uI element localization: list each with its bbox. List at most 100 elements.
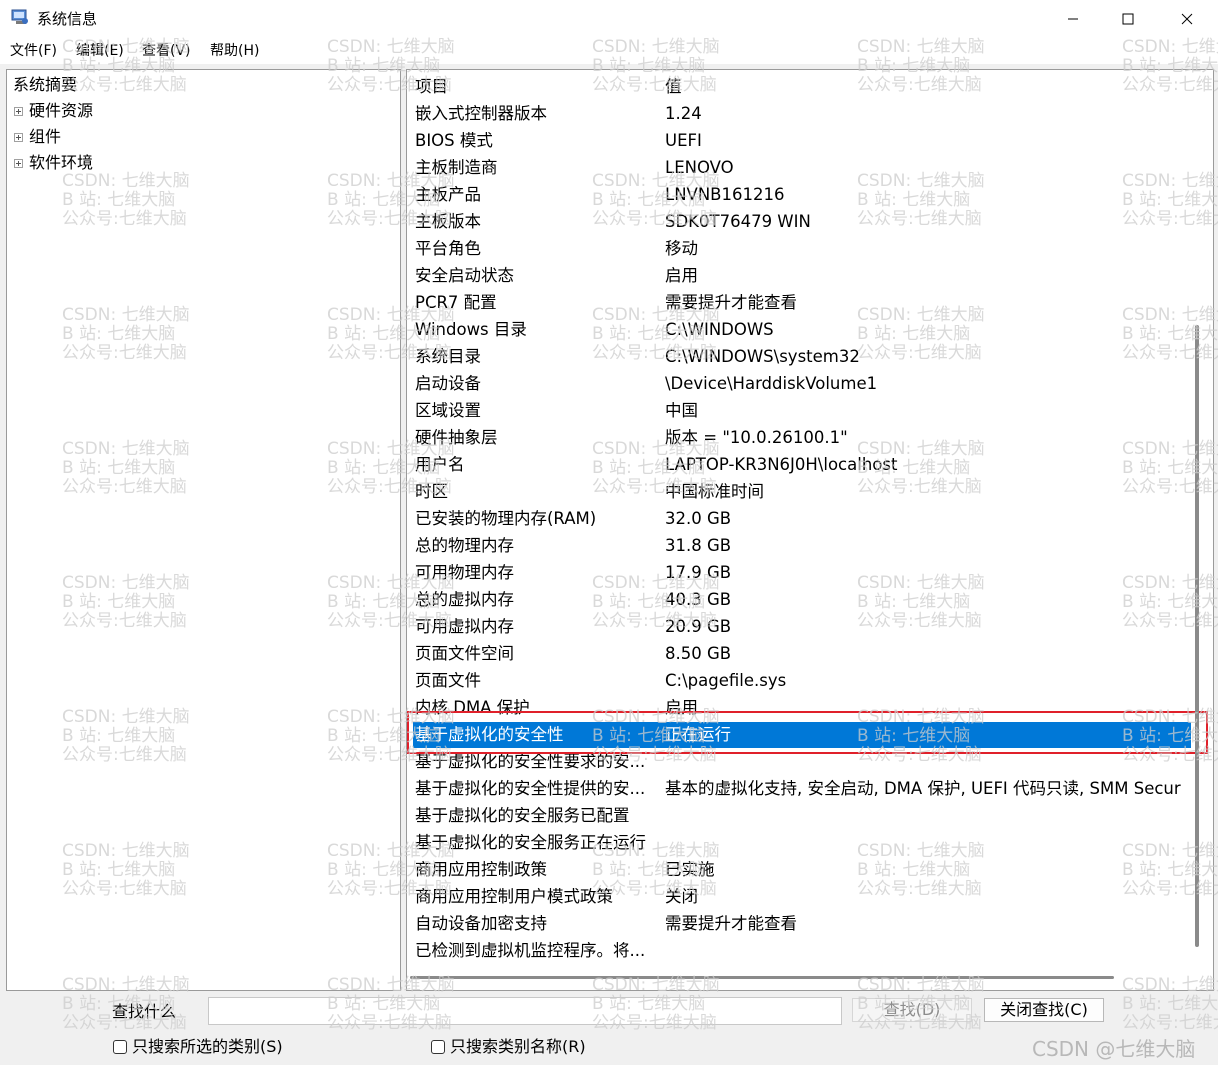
cell-value: LNVNB161216 [665,185,785,204]
close-button[interactable] [1158,0,1216,38]
expand-plus-icon[interactable] [14,132,23,142]
tree-item-system-summary[interactable]: 系统摘要 [13,74,77,96]
checkbox-label: 只搜索所选的类别(S) [132,1037,283,1056]
table-row[interactable]: 硬件抽象层 版本 = "10.0.26100.1" [407,424,1197,451]
table-row[interactable]: 主板制造商 LENOVO [407,154,1197,181]
csdn-corner-watermark: CSDN @七维大脑 [1032,1037,1196,1061]
title-bar: 系统信息 [0,0,1218,38]
cell-value: 需要提升才能查看 [665,293,797,312]
table-row[interactable]: 已检测到虚拟机监控程序。将... [407,937,1197,964]
cell-item: PCR7 配置 [415,293,497,312]
table-row[interactable]: PCR7 配置 需要提升才能查看 [407,289,1197,316]
cell-value: 启用 [665,266,698,285]
table-row[interactable]: 基于虚拟化的安全性提供的安... 基本的虚拟化支持, 安全启动, DMA 保护, … [407,775,1197,802]
table-row[interactable]: 商用应用控制用户模式政策 关闭 [407,883,1197,910]
table-row[interactable]: 主板产品 LNVNB161216 [407,181,1197,208]
cell-item: 已安装的物理内存(RAM) [415,509,597,528]
cell-value: 20.9 GB [665,617,732,636]
table-row[interactable]: 基于虚拟化的安全服务已配置 [407,802,1197,829]
table-row[interactable]: 可用物理内存 17.9 GB [407,559,1197,586]
details-list[interactable]: 项目 值 嵌入式控制器版本 1.24 BIOS 模式 UEFI 主板制造商 LENOVO 主… [406,69,1214,991]
table-row[interactable]: 页面文件空间 8.50 GB [407,640,1197,667]
search-selected-category-checkbox[interactable]: 只搜索所选的类别(S) [113,1036,283,1058]
cell-item: 嵌入式控制器版本 [415,104,547,123]
cell-item: 用户名 [415,455,465,474]
table-row[interactable]: 商用应用控制政策 已实施 [407,856,1197,883]
cell-item: Windows 目录 [415,320,527,339]
cell-item: 区域设置 [415,401,481,420]
table-row[interactable]: 区域设置 中国 [407,397,1197,424]
cell-value: 基本的虚拟化支持, 安全启动, DMA 保护, UEFI 代码只读, SMM S… [665,779,1181,798]
cell-item: 页面文件空间 [415,644,514,663]
close-find-button[interactable]: 关闭查找(C) [984,998,1104,1022]
cell-item: 主板制造商 [415,158,498,177]
cell-value: 中国 [665,401,698,420]
find-what-input[interactable] [208,997,842,1025]
cell-value: 17.9 GB [665,563,732,582]
menu-edit[interactable]: 编辑(E) [76,41,124,61]
cell-value: 关闭 [665,887,698,906]
table-row[interactable]: 安全启动状态 启用 [407,262,1197,289]
cell-value: 31.8 GB [665,536,732,555]
tree-item-label: 软件环境 [29,153,94,172]
minimize-button[interactable] [1044,0,1102,38]
table-row[interactable]: 平台角色 移动 [407,235,1197,262]
watermark-line: B 站: 七维大脑 [1122,994,1218,1014]
maximize-icon [1122,13,1134,25]
column-header-value[interactable]: 值 [665,73,1191,100]
cell-value: 已实施 [665,860,715,879]
cell-value: 32.0 GB [665,509,732,528]
table-row[interactable]: Windows 目录 C:\WINDOWS [407,316,1197,343]
table-row[interactable]: 启动设备 \Device\HarddiskVolume1 [407,370,1197,397]
window-title: 系统信息 [37,10,98,28]
find-what-label: 查找什么 [112,1002,177,1021]
cell-item: 基于虚拟化的安全服务正在运行 [415,833,646,852]
cell-value: LENOVO [665,158,734,177]
vertical-scrollbar[interactable] [1195,325,1199,947]
table-row[interactable]: 用户名 LAPTOP-KR3N6J0H\localhost [407,451,1197,478]
menu-help[interactable]: 帮助(H) [210,41,259,61]
table-row[interactable]: 自动设备加密支持 需要提升才能查看 [407,910,1197,937]
maximize-button[interactable] [1099,0,1157,38]
column-header-item[interactable]: 项目 [415,73,655,100]
table-row[interactable]: 总的物理内存 31.8 GB [407,532,1197,559]
red-highlight-box [407,711,1208,754]
search-category-names-checkbox[interactable]: 只搜索类别名称(R) [431,1036,586,1058]
watermark-line: 公众号:七维大脑 [1122,1013,1218,1033]
cell-item: 商用应用控制用户模式政策 [415,887,613,906]
table-row[interactable]: 嵌入式控制器版本 1.24 [407,100,1197,127]
table-row[interactable]: 总的虚拟内存 40.3 GB [407,586,1197,613]
cell-value: 中国标准时间 [665,482,764,501]
cell-item: 可用物理内存 [415,563,514,582]
table-row[interactable]: 可用虚拟内存 20.9 GB [407,613,1197,640]
checkbox-box[interactable] [113,1040,127,1054]
cell-item: 时区 [415,482,448,501]
table-row[interactable]: BIOS 模式 UEFI [407,127,1197,154]
cell-item: 系统目录 [415,347,481,366]
table-row[interactable]: 基于虚拟化的安全服务正在运行 [407,829,1197,856]
table-row[interactable]: 页面文件 C:\pagefile.sys [407,667,1197,694]
cell-value: 40.3 GB [665,590,732,609]
cell-value: 移动 [665,239,698,258]
table-row[interactable]: 系统目录 C:\WINDOWS\system32 [407,343,1197,370]
tree-item-components[interactable]: 组件 [14,126,61,148]
find-button[interactable]: 查找(D) [852,998,972,1022]
menu-file[interactable]: 文件(F) [10,41,57,61]
expand-plus-icon[interactable] [14,158,23,168]
horizontal-scrollbar[interactable] [410,976,1114,979]
table-row[interactable]: 已安装的物理内存(RAM) 32.0 GB [407,505,1197,532]
cell-item: 商用应用控制政策 [415,860,547,879]
tree-item-hardware-resources[interactable]: 硬件资源 [14,100,93,122]
checkbox-box[interactable] [431,1040,445,1054]
menu-view[interactable]: 查看(V) [142,41,191,61]
cell-item: 平台角色 [415,239,481,258]
table-row[interactable]: 时区 中国标准时间 [407,478,1197,505]
table-row[interactable]: 主板版本 SDK0T76479 WIN [407,208,1197,235]
cell-value: \Device\HarddiskVolume1 [665,374,878,393]
expand-plus-icon[interactable] [14,106,23,116]
tree-item-software-environment[interactable]: 软件环境 [14,152,93,174]
cell-item: 硬件抽象层 [415,428,498,447]
cell-value: C:\WINDOWS\system32 [665,347,860,366]
category-tree[interactable]: 系统摘要 硬件资源 组件 软件环境 [6,69,401,991]
cell-item: 总的虚拟内存 [415,590,514,609]
